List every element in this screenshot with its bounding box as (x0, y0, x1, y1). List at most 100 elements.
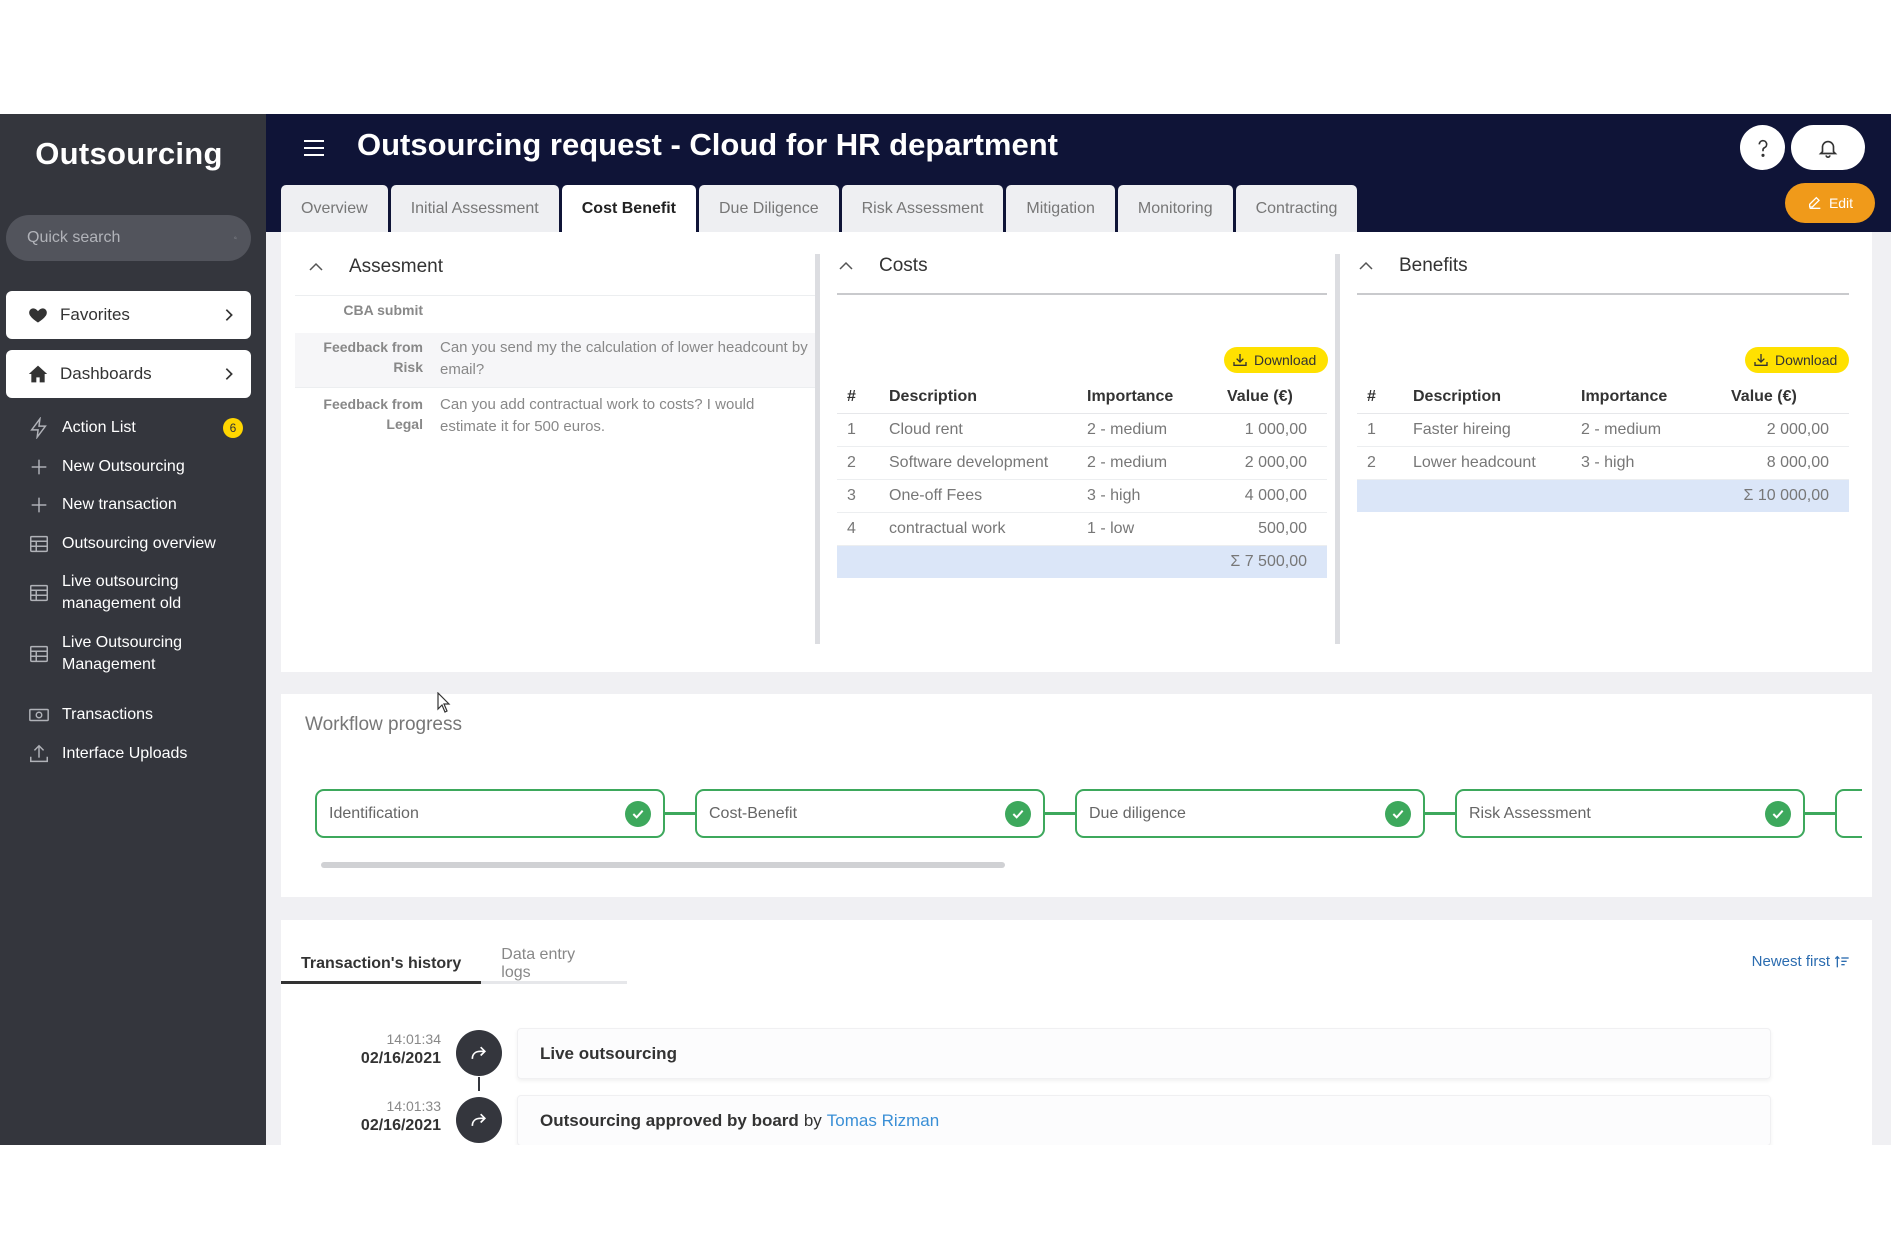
table-row[interactable]: 4 contractual work 1 - low 500,00 (837, 512, 1327, 546)
table-row[interactable]: 1 Cloud rent 2 - medium 1 000,00 (837, 413, 1327, 447)
col-header-number: # (1357, 381, 1413, 414)
cell-importance: 2 - medium (1087, 446, 1227, 480)
notifications-button[interactable] (1791, 125, 1865, 170)
workflow-step-due-diligence[interactable]: Due diligence (1075, 789, 1425, 838)
entry-date: 02/16/2021 (360, 1117, 441, 1134)
app-title: Outsourcing (35, 136, 223, 171)
tab-due-diligence[interactable]: Due Diligence (698, 185, 839, 233)
sidebar-item-live-outsourcing-old[interactable]: Live outsourcing management old (28, 571, 252, 615)
cell-number: 2 (837, 446, 889, 480)
chevron-up-icon[interactable] (837, 257, 855, 275)
cell-value: 2 000,00 (1731, 413, 1849, 447)
sidebar-item-label: New Outsourcing (62, 458, 185, 475)
benefits-download-button[interactable]: Download (1745, 347, 1850, 373)
edit-button[interactable]: Edit (1785, 183, 1875, 223)
sidebar-item-action-list[interactable]: Action List 6 (28, 417, 252, 439)
tab-contracting[interactable]: Contracting (1235, 185, 1358, 233)
benefits-header[interactable]: Benefits (1357, 239, 1849, 295)
search-icon[interactable] (234, 227, 237, 249)
plus-icon (31, 459, 47, 475)
entry-time: 14:01:33 (386, 1098, 442, 1114)
chevron-up-icon[interactable] (307, 258, 325, 276)
tab-overview[interactable]: Overview (281, 185, 388, 233)
cell-number: 1 (1357, 413, 1413, 447)
costs-download-button[interactable]: Download (1224, 347, 1329, 373)
column-divider[interactable] (1335, 254, 1340, 644)
assessment-key: Feedback from Risk (323, 339, 423, 375)
dashboards-label: Dashboards (60, 364, 152, 383)
tab-initial-assessment[interactable]: Initial Assessment (390, 185, 559, 233)
cell-number: 1 (837, 413, 889, 447)
heart-icon (29, 308, 47, 323)
workflow-track[interactable]: Identification Cost-Benefit Due diligenc… (315, 789, 1862, 838)
costs-title: Costs (879, 255, 928, 276)
tab-transactions-history[interactable]: Transaction's history (281, 946, 482, 984)
check-icon (1385, 800, 1411, 827)
dashboards-button[interactable]: Dashboards (6, 350, 251, 398)
home-icon (28, 365, 48, 383)
entry-text: Live outsourcing (540, 1043, 677, 1063)
tab-monitoring[interactable]: Monitoring (1117, 185, 1233, 233)
entry-timestamp: 14:01:33 02/16/2021 (301, 1097, 441, 1137)
quick-search[interactable] (6, 215, 251, 261)
entry-card[interactable]: Live outsourcing (517, 1028, 1771, 1079)
sidebar-item-new-outsourcing[interactable]: New Outsourcing (28, 456, 252, 478)
share-icon (456, 1097, 502, 1143)
sidebar-item-interface-uploads[interactable]: Interface Uploads (28, 743, 252, 765)
table-header-row: # Description Importance Value (€) (1357, 381, 1849, 414)
history-panel: Transaction's history Data entry logs Ne… (281, 920, 1872, 1145)
column-divider[interactable] (815, 254, 820, 644)
step-label: Cost-Benefit (709, 804, 798, 822)
tab-mitigation[interactable]: Mitigation (1006, 185, 1115, 233)
costs-header[interactable]: Costs (837, 239, 1327, 295)
horizontal-scrollbar[interactable] (321, 862, 1005, 868)
step-label: Risk Assessment (1469, 804, 1591, 822)
chevron-up-icon[interactable] (1357, 257, 1375, 275)
help-button[interactable] (1740, 125, 1785, 170)
assessment-row-risk: Feedback from Risk Can you send my the c… (295, 333, 815, 388)
workflow-step-next[interactable] (1835, 789, 1862, 838)
table-icon (30, 535, 48, 553)
search-input[interactable] (27, 229, 234, 247)
cell-importance: 1 - low (1087, 512, 1227, 546)
workflow-step-cost-benefit[interactable]: Cost-Benefit (695, 789, 1045, 838)
cell-value: 4 000,00 (1227, 479, 1327, 513)
table-row[interactable]: 3 One-off Fees 3 - high 4 000,00 (837, 479, 1327, 513)
table-row[interactable]: 2 Lower headcount 3 - high 8 000,00 (1357, 446, 1849, 480)
workflow-step-risk-assessment[interactable]: Risk Assessment (1455, 789, 1805, 838)
col-header-number: # (837, 381, 889, 414)
entry-user-link[interactable]: Tomas Rizman (827, 1111, 939, 1131)
edit-label: Edit (1828, 195, 1854, 211)
table-row[interactable]: 1 Faster hireing 2 - medium 2 000,00 (1357, 413, 1849, 447)
step-connector (1045, 812, 1075, 815)
cell-number: 2 (1357, 446, 1413, 480)
benefits-title: Benefits (1399, 255, 1468, 276)
sidebar-item-new-transaction[interactable]: New transaction (28, 494, 252, 516)
favorites-button[interactable]: Favorites (6, 291, 251, 339)
workflow-step-identification[interactable]: Identification (315, 789, 665, 838)
app-window: Outsourcing Favorites Dashboards Action … (0, 114, 1891, 1145)
sidebar-item-transactions[interactable]: Transactions (28, 704, 252, 726)
workflow-title: Workflow progress (305, 714, 462, 735)
entry-card[interactable]: Outsourcing approved by board by Tomas R… (517, 1095, 1771, 1145)
action-count-badge: 6 (223, 418, 243, 438)
sort-button[interactable]: Newest first (1752, 953, 1850, 970)
sidebar-item-label: Outsourcing overview (62, 535, 216, 552)
plus-icon (31, 497, 47, 513)
workflow-progress-panel: Workflow progress Identification Cost-Be… (281, 694, 1872, 897)
total-row: Σ 7 500,00 (837, 545, 1327, 578)
sidebar-item-label: Live outsourcing management old (62, 573, 182, 612)
tab-risk-assessment[interactable]: Risk Assessment (841, 185, 1004, 233)
menu-icon[interactable] (302, 136, 326, 160)
sidebar-item-label: Action List (62, 419, 136, 436)
assessment-header[interactable]: Assesment (295, 239, 815, 295)
cost-benefit-panel: Assesment CBA submit Feedback from Risk … (281, 232, 1872, 672)
total-value: Σ 10 000,00 (1357, 479, 1849, 512)
table-row[interactable]: 2 Software development 2 - medium 2 000,… (837, 446, 1327, 480)
total-value: Σ 7 500,00 (837, 545, 1327, 578)
sidebar-item-live-outsourcing-management[interactable]: Live Outsourcing Management (28, 632, 252, 676)
cell-value: 500,00 (1227, 512, 1327, 546)
tab-data-entry-logs[interactable]: Data entry logs (481, 946, 628, 984)
tab-cost-benefit[interactable]: Cost Benefit (561, 185, 696, 233)
sidebar-item-outsourcing-overview[interactable]: Outsourcing overview (28, 533, 252, 555)
